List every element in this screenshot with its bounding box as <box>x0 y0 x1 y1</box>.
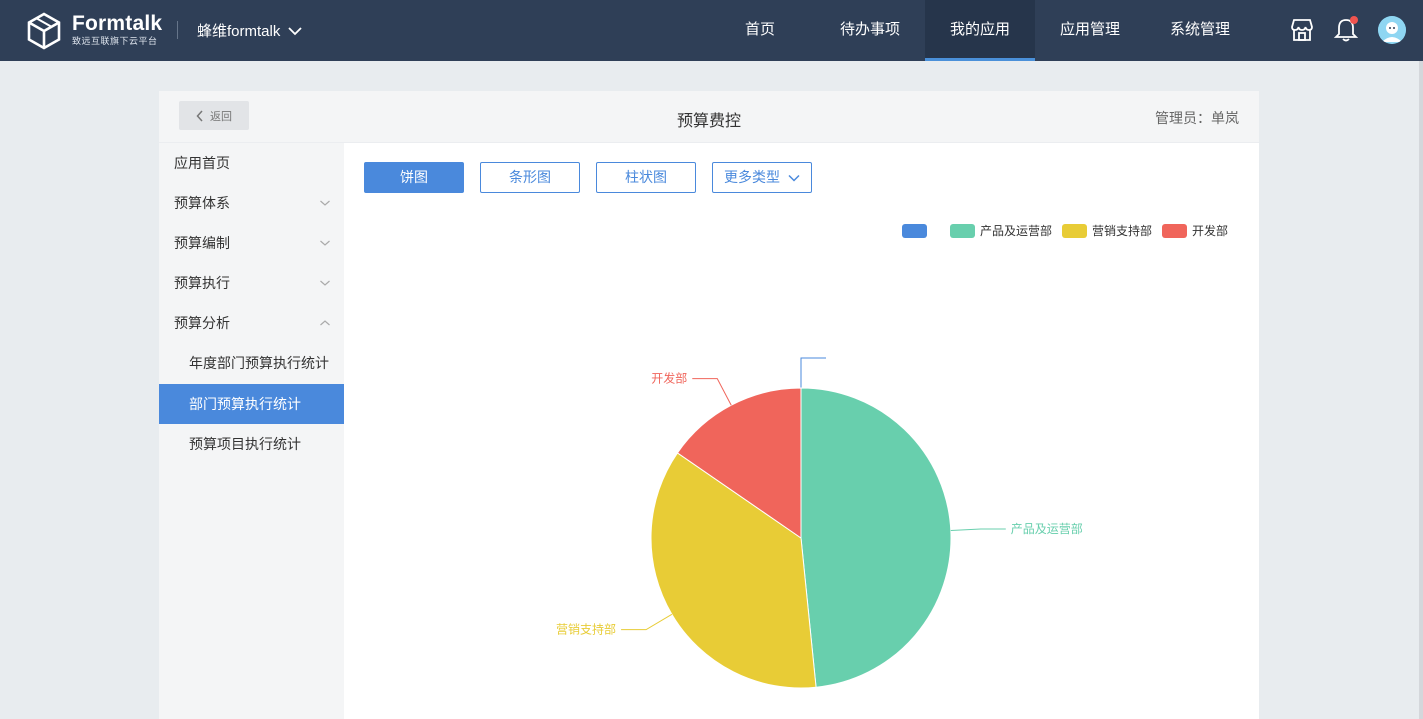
sidebar-item-label: 预算编制 <box>174 235 230 251</box>
tab-more-types[interactable]: 更多类型 <box>712 162 812 193</box>
sidebar-item-label: 预算项目执行统计 <box>189 436 301 452</box>
chevron-down-icon <box>320 240 330 246</box>
pie-label-line <box>621 613 673 631</box>
header-divider <box>177 21 178 39</box>
sidebar: 应用首页 预算体系 预算编制 预算执行 预算分析 年度部门预算执行统计 部门预算… <box>159 143 344 719</box>
sidebar-item-budget-compile[interactable]: 预算编制 <box>159 223 344 263</box>
nav-home[interactable]: 首页 <box>705 0 815 61</box>
chart-content: 饼图 条形图 柱状图 更多类型 产品及运营部 营销支持部 开发部 产品及运营部 … <box>344 143 1259 719</box>
legend-swatch <box>902 223 927 238</box>
tab-horizontal-bar-chart[interactable]: 条形图 <box>480 162 580 193</box>
sidebar-item-label: 预算体系 <box>174 195 230 211</box>
pie-slice-label: 营销支持部 <box>556 622 616 637</box>
legend-label: 产品及运营部 <box>980 224 1053 238</box>
sidebar-item-label: 应用首页 <box>174 155 230 171</box>
panel-header: 返回 预算费控 管理员：单岚 <box>159 91 1259 143</box>
tab-pie-chart[interactable]: 饼图 <box>364 162 464 193</box>
brand-name: Formtalk <box>72 12 163 35</box>
legend-item[interactable]: 营销支持部 <box>1062 222 1152 239</box>
top-navbar: Formtalk 致远互联旗下云平台 蜂维formtalk 首页 待办事项 我的… <box>0 0 1423 61</box>
legend-item[interactable] <box>902 223 932 238</box>
sidebar-item-label: 预算执行 <box>174 275 230 291</box>
legend-item[interactable]: 产品及运营部 <box>950 222 1052 239</box>
more-types-label: 更多类型 <box>724 169 780 185</box>
pie-label-line <box>692 378 732 406</box>
notification-dot <box>1350 16 1358 24</box>
legend-item[interactable]: 开发部 <box>1162 222 1228 239</box>
sidebar-item-label: 预算分析 <box>174 315 230 331</box>
sidebar-item-label: 年度部门预算执行统计 <box>189 355 329 371</box>
chart-legend: 产品及运营部 营销支持部 开发部 <box>902 222 1238 239</box>
user-avatar-icon <box>1378 16 1406 44</box>
pie-slice-label: 产品及运营部 <box>1011 521 1083 536</box>
tab-column-chart[interactable]: 柱状图 <box>596 162 696 193</box>
org-name: 蜂维formtalk <box>197 23 281 40</box>
pie-chart: 产品及运营部营销支持部 开发部 <box>556 357 1083 689</box>
nav-system-manage[interactable]: 系统管理 <box>1145 0 1255 61</box>
nav-todo[interactable]: 待办事项 <box>815 0 925 61</box>
sidebar-item-annual-dept-stats[interactable]: 年度部门预算执行统计 <box>159 343 344 383</box>
legend-label: 营销支持部 <box>1092 224 1153 238</box>
main-nav: 首页 待办事项 我的应用 应用管理 系统管理 <box>705 0 1255 61</box>
sidebar-item-budget-execute[interactable]: 预算执行 <box>159 263 344 303</box>
org-switcher[interactable]: 蜂维formtalk <box>197 20 302 41</box>
chevron-down-icon <box>320 280 330 286</box>
sidebar-item-budget-system[interactable]: 预算体系 <box>159 183 344 223</box>
nav-app-manage[interactable]: 应用管理 <box>1035 0 1145 61</box>
legend-swatch <box>1062 223 1088 238</box>
scrollbar[interactable] <box>1419 61 1423 719</box>
sidebar-item-app-home[interactable]: 应用首页 <box>159 143 344 183</box>
store-icon[interactable] <box>1289 17 1315 43</box>
brand: Formtalk 致远互联旗下云平台 <box>72 13 162 47</box>
nav-my-apps[interactable]: 我的应用 <box>925 0 1035 61</box>
legend-swatch <box>950 223 975 238</box>
brand-tagline: 致远互联旗下云平台 <box>72 36 158 46</box>
pie-label-line <box>950 528 1006 531</box>
legend-swatch <box>1162 223 1188 238</box>
sidebar-item-dept-stats[interactable]: 部门预算执行统计 <box>159 384 344 424</box>
chevron-down-icon <box>320 200 330 206</box>
sidebar-item-budget-analysis[interactable]: 预算分析 <box>159 303 344 343</box>
app-panel: 返回 预算费控 管理员：单岚 应用首页 预算体系 预算编制 预算执行 预算分析 … <box>159 91 1259 719</box>
chevron-down-icon <box>288 26 302 35</box>
chart-type-tabs: 饼图 条形图 柱状图 更多类型 <box>364 162 812 193</box>
chevron-down-icon <box>788 174 800 182</box>
chevron-up-icon <box>320 320 330 326</box>
legend-label: 开发部 <box>1192 224 1229 238</box>
pie-label-line <box>800 357 826 388</box>
sidebar-item-project-stats[interactable]: 预算项目执行统计 <box>159 424 344 464</box>
page-title: 预算费控 <box>676 113 741 130</box>
pie-slice[interactable] <box>800 387 952 688</box>
avatar[interactable] <box>1378 16 1406 44</box>
sidebar-item-label: 部门预算执行统计 <box>189 396 301 412</box>
pie-slice-label: 开发部 <box>651 371 687 386</box>
formtalk-logo-icon[interactable] <box>26 12 62 50</box>
admin-label: 管理员：单岚 <box>1155 110 1239 126</box>
